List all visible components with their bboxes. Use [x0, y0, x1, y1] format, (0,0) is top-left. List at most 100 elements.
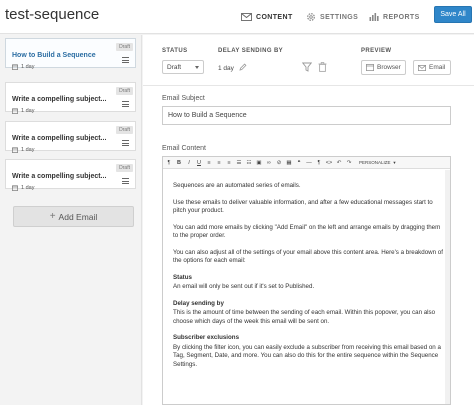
subject-label: Email Subject	[162, 95, 205, 102]
sequence-title: test-sequence	[5, 6, 100, 23]
content-label: Email Content	[162, 145, 206, 152]
divider	[143, 85, 474, 86]
add-email-button[interactable]: + Add Email	[13, 206, 134, 227]
email-list-sidebar: How to Build a Sequence Draft 1 day Writ…	[0, 35, 142, 405]
chevron-down-icon: ▼	[392, 160, 397, 165]
email-item-delay-text: 1 day	[21, 147, 35, 153]
tab-reports-label: REPORTS	[383, 13, 420, 21]
underline-icon[interactable]: U	[195, 159, 203, 167]
preview-browser-label: Browser	[377, 64, 401, 71]
tab-reports[interactable]: REPORTS	[369, 0, 420, 34]
clock-icon	[12, 108, 18, 114]
top-header: test-sequence CONTENT SETTINGS REPORTS S…	[0, 0, 474, 34]
email-item-delay: 1 day	[12, 108, 34, 114]
clock-icon	[12, 185, 18, 191]
format-icon[interactable]: ¶	[165, 159, 173, 167]
italic-icon[interactable]: I	[185, 159, 193, 167]
email-list-item[interactable]: Write a compelling subject... Draft 1 da…	[5, 82, 136, 114]
status-badge: Draft	[116, 87, 133, 95]
preview-email-button[interactable]: Email	[413, 60, 451, 75]
email-item-delay-text: 1 day	[21, 185, 35, 191]
trash-icon[interactable]	[318, 62, 327, 72]
rich-text-editor[interactable]: ¶ B I U ≡ ≡ ≡ ☰ ☷ ▣ ∞ ⊘ ▦ ❝ ― ¶ <> ↶ ↷ P…	[162, 156, 451, 405]
status-select[interactable]: Draft	[162, 60, 204, 74]
tab-settings-label: SETTINGS	[320, 13, 359, 21]
delay-label: DELAY SENDING BY	[218, 48, 284, 54]
section-heading: Status	[173, 273, 192, 281]
body-paragraph: You can also adjust all of the settings …	[173, 248, 443, 265]
preview-browser-button[interactable]: Browser	[361, 60, 406, 75]
unlink-icon[interactable]: ⊘	[275, 159, 283, 167]
email-body[interactable]: Sequences are an automated series of ema…	[173, 182, 443, 377]
bullet-list-icon[interactable]: ☰	[235, 159, 243, 167]
email-item-title: Write a compelling subject...	[12, 96, 107, 103]
section-heading: Delay sending by	[173, 299, 224, 307]
section-text: An email will only be sent out if it's s…	[173, 283, 315, 290]
paragraph-icon[interactable]: ¶	[315, 159, 323, 167]
quote-icon[interactable]: ❝	[295, 159, 303, 167]
subject-input[interactable]: How to Build a Sequence	[162, 106, 451, 125]
body-paragraph: Use these emails to deliver valuable inf…	[173, 198, 433, 215]
code-icon[interactable]: <>	[325, 159, 333, 167]
plus-icon: +	[49, 211, 56, 222]
email-item-title: How to Build a Sequence	[12, 52, 96, 59]
link-icon[interactable]: ∞	[265, 159, 273, 167]
tab-content[interactable]: CONTENT	[241, 0, 293, 34]
status-badge: Draft	[116, 164, 133, 172]
email-list-item[interactable]: How to Build a Sequence Draft 1 day	[5, 38, 136, 70]
divider-icon[interactable]: ―	[305, 159, 313, 167]
bold-icon[interactable]: B	[175, 159, 183, 167]
status-label: STATUS	[162, 48, 188, 54]
email-item-delay: 1 day	[12, 185, 34, 191]
preview-email-label: Email	[429, 64, 446, 71]
personalize-label: PERSONALIZE	[359, 160, 391, 165]
clock-icon	[12, 64, 18, 70]
editor-toolbar: ¶ B I U ≡ ≡ ≡ ☰ ☷ ▣ ∞ ⊘ ▦ ❝ ― ¶ <> ↶ ↷ P…	[163, 157, 450, 169]
email-item-delay-text: 1 day	[21, 64, 35, 70]
bar-chart-icon	[369, 13, 379, 21]
email-item-title: Write a compelling subject...	[12, 173, 107, 180]
status-badge: Draft	[116, 43, 133, 51]
tab-settings[interactable]: SETTINGS	[306, 0, 358, 34]
save-all-button[interactable]: Save All	[434, 6, 472, 23]
align-center-icon[interactable]: ≡	[215, 159, 223, 167]
redo-icon[interactable]: ↷	[345, 159, 353, 167]
table-icon[interactable]: ▦	[285, 159, 293, 167]
drag-handle-icon[interactable]	[122, 140, 129, 146]
numbered-list-icon[interactable]: ☷	[245, 159, 253, 167]
editor-scrollbar[interactable]	[445, 170, 450, 404]
tab-content-label: CONTENT	[256, 13, 293, 21]
gear-icon	[307, 13, 315, 21]
section-heading: Subscriber exclusions	[173, 334, 240, 341]
preview-label: PREVIEW	[361, 48, 392, 54]
email-item-delay: 1 day	[12, 64, 34, 70]
email-editor-panel: STATUS Draft DELAY SENDING BY 1 day PREV…	[143, 35, 474, 405]
pencil-icon[interactable]	[239, 63, 247, 71]
browser-icon	[366, 64, 374, 71]
clock-icon	[12, 147, 18, 153]
drag-handle-icon[interactable]	[122, 101, 129, 107]
status-badge: Draft	[116, 126, 133, 134]
image-icon[interactable]: ▣	[255, 159, 263, 167]
filter-icon[interactable]	[302, 62, 312, 72]
email-item-delay-text: 1 day	[21, 108, 35, 114]
status-select-value: Draft	[167, 63, 182, 71]
body-paragraph: You can add more emails by clicking "Add…	[173, 223, 441, 240]
email-item-title: Write a compelling subject...	[12, 135, 107, 142]
align-right-icon[interactable]: ≡	[225, 159, 233, 167]
body-paragraph: Sequences are an automated series of ema…	[173, 182, 301, 189]
section-text: This is the amount of time between the s…	[173, 309, 436, 325]
sequence-editor: test-sequence CONTENT SETTINGS REPORTS S…	[0, 0, 474, 405]
align-left-icon[interactable]: ≡	[205, 159, 213, 167]
drag-handle-icon[interactable]	[122, 178, 129, 184]
delay-value[interactable]: 1 day	[218, 65, 234, 72]
email-list-item[interactable]: Write a compelling subject... Draft 1 da…	[5, 159, 136, 191]
drag-handle-icon[interactable]	[122, 57, 129, 63]
personalize-dropdown[interactable]: PERSONALIZE ▼	[359, 160, 396, 165]
add-email-label: Add Email	[58, 211, 98, 222]
email-item-delay: 1 day	[12, 147, 34, 153]
email-list-item[interactable]: Write a compelling subject... Draft 1 da…	[5, 121, 136, 153]
envelope-icon	[241, 13, 252, 21]
envelope-icon	[418, 64, 426, 71]
undo-icon[interactable]: ↶	[335, 159, 343, 167]
